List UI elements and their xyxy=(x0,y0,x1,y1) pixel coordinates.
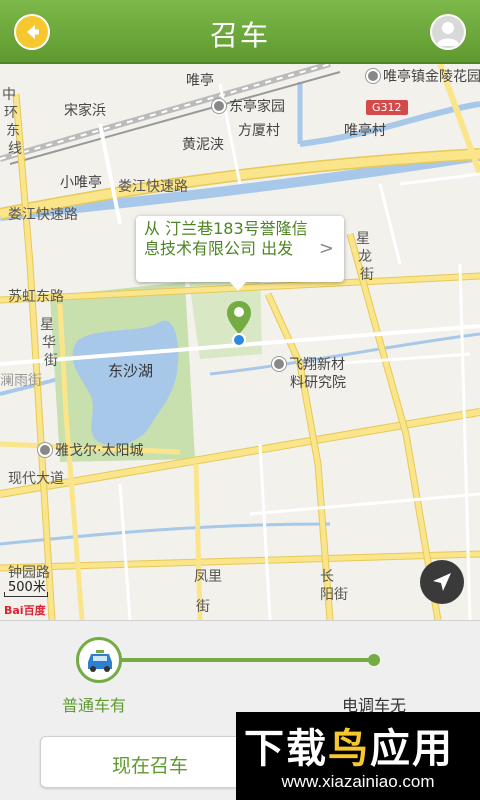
chevron-right-icon: > xyxy=(318,238,334,259)
call-car-now-label: 现在召车 xyxy=(111,755,188,777)
map-view[interactable]: G312 唯亭 宋家浜 东亭家园 唯亭镇金陵花园 方厦村 黄泥浃 唯亭村 小唯亭… xyxy=(0,64,480,620)
header-bar: 召车 xyxy=(0,0,480,64)
map-poi-feixiang: 飞翔新材 xyxy=(272,354,345,374)
map-label-weiting-village: 唯亭村 xyxy=(344,123,386,139)
pickup-location-text: 从 汀兰巷183号誉隆信息技术有限公司 出发 xyxy=(144,219,308,258)
map-label-zh: 中 xyxy=(2,87,16,103)
car-type-end-dot[interactable] xyxy=(368,654,380,666)
map-label-feixiang-2: 料研究院 xyxy=(290,375,346,391)
poi-icon xyxy=(38,443,52,457)
user-profile-button[interactable] xyxy=(430,14,466,50)
poi-icon xyxy=(212,99,226,113)
map-label-suhong-east: 苏虹东路 xyxy=(8,289,64,305)
map-label-xinghua-3: 街 xyxy=(44,353,58,369)
map-label-long: 龙 xyxy=(358,249,372,265)
map-label-changyang-street: 阳街 xyxy=(320,587,348,603)
map-label-huan: 环 xyxy=(4,105,18,121)
map-label-lanyu: 澜雨街 xyxy=(0,373,42,389)
map-label-changyang: 长 xyxy=(320,569,334,585)
map-label-xiao-weiting: 小唯亭 xyxy=(60,175,102,191)
map-label-modern-avenue: 现代大道 xyxy=(8,471,64,487)
option-regular-car[interactable]: 普通车有 xyxy=(62,692,126,716)
map-label-loujiang-2: 娄江快速路 xyxy=(118,179,188,195)
map-poi-dongting-jiayuan: 东亭家园 xyxy=(212,96,285,116)
map-label-xian: 线 xyxy=(8,141,22,157)
page-title: 召车 xyxy=(209,19,270,52)
map-label-fangsha: 方厦村 xyxy=(238,123,280,139)
map-label-weiting: 唯亭 xyxy=(186,73,214,89)
map-label-xinghua-1: 星 xyxy=(40,317,54,333)
watermark-url: www.xiazainiao.com xyxy=(281,772,435,791)
user-avatar-icon xyxy=(437,22,459,46)
map-scale-bar xyxy=(4,592,48,597)
watermark-title: 下载鸟应用 xyxy=(244,726,454,772)
locate-me-button[interactable] xyxy=(420,560,464,604)
poi-icon xyxy=(272,357,286,371)
map-poi-jinling-garden: 唯亭镇金陵花园 xyxy=(366,66,480,86)
map-label-loujiang-1: 娄江快速路 xyxy=(8,207,78,223)
map-label-fengli: 凤里 xyxy=(194,569,222,585)
map-label-huangnijia: 黄泥浃 xyxy=(182,137,224,153)
baidu-logo: Bai百度 xyxy=(4,604,46,617)
map-label-xing: 星 xyxy=(356,231,370,247)
car-type-slider-track[interactable] xyxy=(120,658,374,662)
navigation-arrow-icon xyxy=(433,573,451,591)
map-label-dong: 东 xyxy=(6,123,20,139)
taxi-icon xyxy=(88,650,112,672)
map-label-xinghua-2: 华 xyxy=(42,335,56,351)
site-watermark: 下载鸟应用 www.xiazainiao.com xyxy=(236,712,480,800)
map-label-jie: 街 xyxy=(360,267,374,283)
map-label-dongsha-lake: 东沙湖 xyxy=(108,362,154,380)
car-type-slider-handle[interactable] xyxy=(76,637,122,683)
road-badge-g312: G312 xyxy=(366,100,408,115)
location-pin-icon xyxy=(227,301,251,347)
map-label-fengli-street: 街 xyxy=(196,599,210,615)
poi-icon xyxy=(366,69,380,83)
map-label-songjiabang: 宋家浜 xyxy=(64,103,106,119)
pickup-location-bubble[interactable]: 从 汀兰巷183号誉隆信息技术有限公司 出发 > xyxy=(136,216,344,291)
map-poi-youngor: 雅戈尔·太阳城 xyxy=(38,440,143,460)
bubble-tail xyxy=(229,281,247,291)
